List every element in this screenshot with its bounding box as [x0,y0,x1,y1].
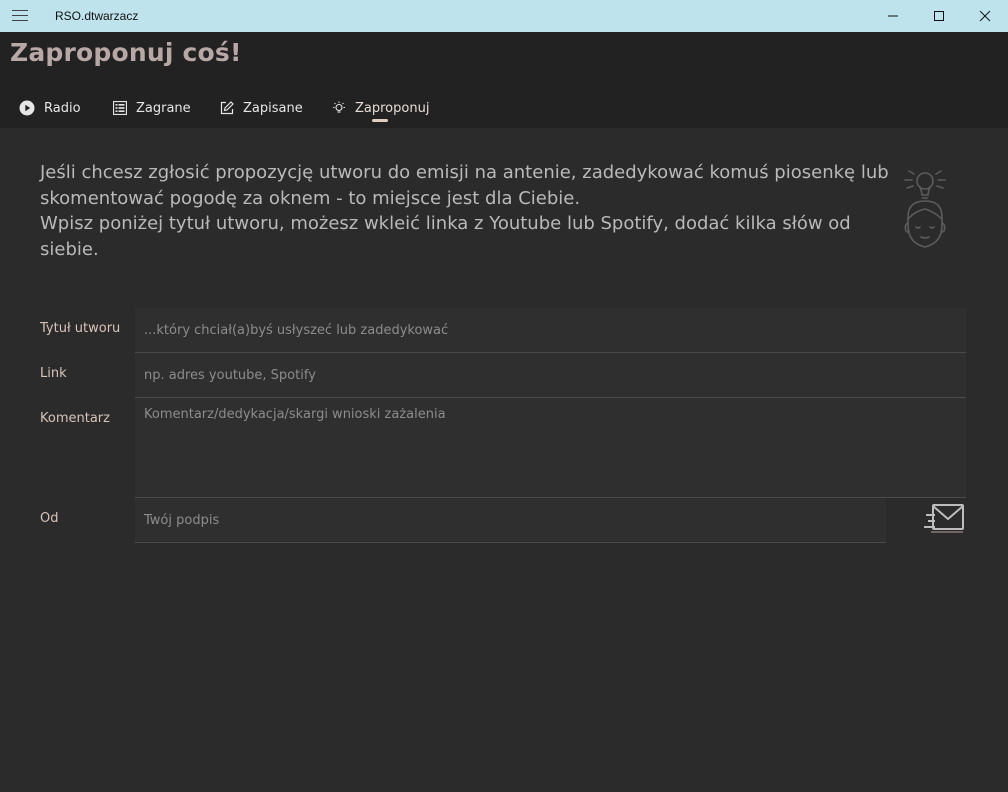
song-title-input[interactable] [135,308,966,353]
tab-label: Zaproponuj [355,100,430,116]
tab-label: Zapisane [243,100,303,116]
link-label: Link [40,366,67,381]
maximize-button[interactable] [916,0,962,32]
list-icon [113,101,127,115]
intro-text: Jeśli chcesz zgłosić propozycję utworu d… [40,160,890,262]
tab-label: Zagrane [136,100,191,116]
comment-textarea[interactable] [135,398,966,498]
minimize-button[interactable] [870,0,916,32]
signature-input[interactable] [135,498,886,543]
nav-bar: Radio Zagrane Zapisane Zaproponuj [0,88,1008,128]
tab-radio[interactable]: Radio [19,88,81,128]
edit-icon [220,101,234,115]
main-content: Jeśli chcesz zgłosić propozycję utworu d… [0,128,1008,792]
link-input[interactable] [135,353,966,398]
idea-head-icon [904,170,946,248]
tab-zapisane[interactable]: Zapisane [220,88,303,128]
page-title: Zaproponuj coś! [10,38,242,67]
app-title: RSO.dtwarzacz [55,9,139,23]
minimize-icon [888,15,898,17]
send-button[interactable] [922,500,968,540]
close-button[interactable] [962,0,1008,32]
header: Zaproponuj coś! Radio Zagrane Zapisane Z… [0,32,1008,128]
app-window: RSO.dtwarzacz Zaproponuj coś! Radio Zagr… [0,0,1008,792]
intro-line-1: Jeśli chcesz zgłosić propozycję utworu d… [40,162,889,209]
title-label: Tytuł utworu [40,321,121,336]
tab-zaproponuj[interactable]: Zaproponuj [332,88,429,128]
title-bar: RSO.dtwarzacz [0,0,1008,32]
active-tab-indicator [372,119,388,122]
close-icon [979,10,991,22]
tab-label: Radio [44,100,81,116]
lightbulb-icon [333,101,345,113]
comment-label: Komentarz [40,411,110,426]
send-mail-icon [924,504,964,533]
tab-zagrane[interactable]: Zagrane [113,88,191,128]
play-circle-icon [19,100,35,116]
maximize-icon [934,11,944,21]
hamburger-menu-icon[interactable] [12,10,28,22]
intro-line-2: Wpisz poniżej tytuł utworu, możesz wklei… [40,213,851,260]
from-label: Od [40,511,59,526]
